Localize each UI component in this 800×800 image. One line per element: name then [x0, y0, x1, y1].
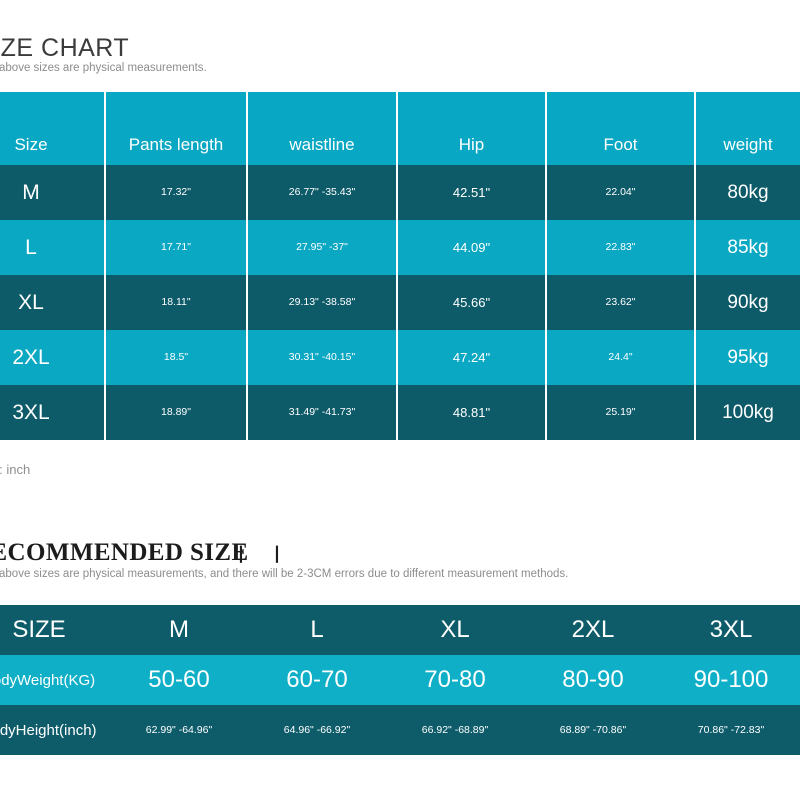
cell-waistline: 30.31" -40.15"	[247, 330, 398, 385]
column-header-waistline: waistline	[247, 92, 398, 165]
size-chart-note: The above sizes are physical measurement…	[0, 62, 207, 74]
cell-size-xl: XL	[386, 605, 524, 655]
cell-hip: 44.09"	[397, 220, 547, 275]
cell-size: 2XL	[0, 330, 106, 385]
cell-body-weight-3xl: 90-100	[662, 655, 800, 705]
cell-foot: 22.83"	[546, 220, 696, 275]
cell-body-weight-xl: 70-80	[386, 655, 524, 705]
cell-pants-length: 17.32"	[105, 165, 248, 220]
cell-waistline: 31.49" -41.73"	[247, 385, 398, 440]
recommended-size-note: The above sizes are physical measurement…	[0, 568, 569, 580]
table-row: M 17.32" 26.77" -35.43" 42.51" 22.04" 80…	[0, 165, 800, 220]
cell-hip: 42.51"	[397, 165, 547, 220]
cell-size-3xl: 3XL	[662, 605, 800, 655]
cell-size: XL	[0, 275, 106, 330]
row-label-body-height: BodyHeight(inch)	[0, 705, 110, 755]
cell-waistline: 27.95" -37"	[247, 220, 398, 275]
cell-weight: 85kg	[695, 220, 800, 275]
cell-body-height-3xl: 70.86" -72.83"	[662, 705, 800, 755]
cell-hip: 47.24"	[397, 330, 547, 385]
cell-weight: 95kg	[695, 330, 800, 385]
cell-waistline: 29.13" -38.58"	[247, 275, 398, 330]
table-header-row: Size Pants length waistline Hip Foot wei…	[0, 92, 800, 165]
unit-note: Unit: inch	[0, 462, 31, 477]
cell-size: 3XL	[0, 385, 106, 440]
cell-size: L	[0, 220, 106, 275]
row-label-size: SIZE	[0, 605, 110, 655]
cell-weight: 80kg	[695, 165, 800, 220]
cell-body-height-l: 64.96" -66.92"	[248, 705, 386, 755]
cell-pants-length: 18.11"	[105, 275, 248, 330]
column-header-foot: Foot	[546, 92, 696, 165]
cell-weight: 90kg	[695, 275, 800, 330]
table-row-body-height: BodyHeight(inch) 62.99" -64.96" 64.96" -…	[0, 705, 800, 755]
cell-size-m: M	[110, 605, 248, 655]
recommended-size-title: RECOMMENDED SIZE	[0, 539, 249, 566]
cell-pants-length: 17.71"	[105, 220, 248, 275]
cell-size: M	[0, 165, 106, 220]
table-row-size: SIZE M L XL 2XL 3XL	[0, 605, 800, 655]
cell-size-l: L	[248, 605, 386, 655]
cell-foot: 25.19"	[546, 385, 696, 440]
table-row: L 17.71" 27.95" -37" 44.09" 22.83" 85kg	[0, 220, 800, 275]
column-header-pants-length: Pants length	[105, 92, 248, 165]
cell-body-height-xl: 66.92" -68.89"	[386, 705, 524, 755]
cell-pants-length: 18.89"	[105, 385, 248, 440]
cell-hip: 48.81"	[397, 385, 547, 440]
table-row: 3XL 18.89" 31.49" -41.73" 48.81" 25.19" …	[0, 385, 800, 440]
cell-body-weight-l: 60-70	[248, 655, 386, 705]
size-chart-table: Size Pants length waistline Hip Foot wei…	[0, 92, 800, 440]
cell-body-weight-m: 50-60	[110, 655, 248, 705]
cell-foot: 23.62"	[546, 275, 696, 330]
cell-pants-length: 18.5"	[105, 330, 248, 385]
table-row-body-weight: BodyWeight(KG) 50-60 60-70 70-80 80-90 9…	[0, 655, 800, 705]
cell-body-height-2xl: 68.89" -70.86"	[524, 705, 662, 755]
table-row: 2XL 18.5" 30.31" -40.15" 47.24" 24.4" 95…	[0, 330, 800, 385]
cell-waistline: 26.77" -35.43"	[247, 165, 398, 220]
column-header-weight: weight	[695, 92, 800, 165]
cell-hip: 45.66"	[397, 275, 547, 330]
cell-weight: 100kg	[695, 385, 800, 440]
column-header-hip: Hip	[397, 92, 547, 165]
recommended-size-table: SIZE M L XL 2XL 3XL BodyWeight(KG) 50-60…	[0, 605, 800, 755]
table-row: XL 18.11" 29.13" -38.58" 45.66" 23.62" 9…	[0, 275, 800, 330]
recommended-size-title-marks: 丨丨	[232, 545, 304, 565]
cell-body-height-m: 62.99" -64.96"	[110, 705, 248, 755]
cell-size-2xl: 2XL	[524, 605, 662, 655]
row-label-body-weight: BodyWeight(KG)	[0, 655, 110, 705]
size-chart-title: SIZE CHART	[0, 34, 130, 62]
cell-foot: 22.04"	[546, 165, 696, 220]
column-header-size: Size	[0, 92, 106, 165]
cell-body-weight-2xl: 80-90	[524, 655, 662, 705]
cell-foot: 24.4"	[546, 330, 696, 385]
